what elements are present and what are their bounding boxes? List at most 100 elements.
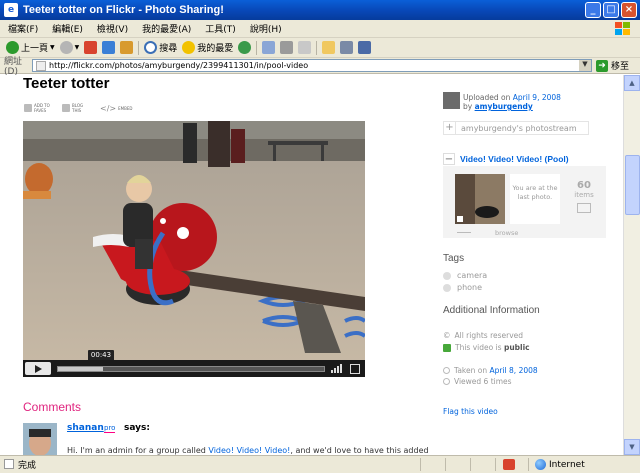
back-arrow-icon xyxy=(6,41,19,54)
folder-icon[interactable] xyxy=(322,41,336,54)
views-info: Viewed 6 times xyxy=(443,377,512,386)
address-input[interactable]: http://flickr.com/photos/amyburgendy/239… xyxy=(32,59,592,72)
page-status-icon xyxy=(4,459,14,469)
tag-item[interactable]: phone xyxy=(443,283,482,292)
popup-blocked-icon[interactable] xyxy=(503,459,515,470)
page-icon xyxy=(36,60,46,71)
blog-this-button[interactable]: BLOG THIS xyxy=(62,103,90,113)
minimize-button[interactable]: _ xyxy=(585,2,601,18)
status-text: 完成 xyxy=(18,461,37,471)
minus-icon[interactable]: − xyxy=(443,153,455,165)
fullscreen-icon[interactable] xyxy=(350,363,360,374)
says-label: says: xyxy=(124,423,150,433)
vertical-scrollbar[interactable]: ▲ ▼ xyxy=(623,75,640,455)
additional-info-heading: Additional Information xyxy=(443,305,540,316)
search-icon xyxy=(144,41,158,54)
uploader-link[interactable]: amyburgendy xyxy=(475,102,533,111)
browse-link[interactable]: browse xyxy=(495,229,518,237)
status-bar: 完成 Internet xyxy=(0,455,640,473)
go-arrow-icon: ➜ xyxy=(596,59,608,72)
plus-icon: + xyxy=(444,122,456,134)
add-to-faves-button[interactable]: ADD TO FAVES xyxy=(24,103,52,113)
toolbar: 上一頁 ▼ ▼ 搜尋 我的最愛 xyxy=(0,38,640,58)
views-icon xyxy=(443,378,450,385)
back-button[interactable]: 上一頁 ▼ xyxy=(6,41,55,54)
blog-icon xyxy=(62,104,70,112)
volume-icon[interactable] xyxy=(331,364,342,373)
media-icon[interactable] xyxy=(238,41,252,54)
mail-icon[interactable] xyxy=(262,41,276,54)
pro-badge[interactable]: pro xyxy=(104,424,116,433)
tag-icon xyxy=(443,271,451,280)
menu-view[interactable]: 檢視(V) xyxy=(97,22,128,35)
scroll-up-icon[interactable]: ▲ xyxy=(624,75,640,91)
window-title: Teeter totter on Flickr - Photo Sharing! xyxy=(23,4,224,16)
ie-icon: e xyxy=(4,3,18,17)
avatar-image xyxy=(23,423,57,455)
pool-last-notice: You are at the last photo. xyxy=(510,174,560,224)
calendar-icon xyxy=(443,367,450,374)
internet-globe-icon xyxy=(535,459,546,470)
address-url: http://flickr.com/photos/amyburgendy/239… xyxy=(49,61,309,70)
star-icon xyxy=(182,41,196,54)
photostream-toggle[interactable]: + amyburgendy's photostream xyxy=(443,121,589,135)
uploaded-date: Uploaded on April 9, 2008 xyxy=(463,93,561,102)
go-button[interactable]: ➜ 移至 xyxy=(596,59,629,72)
video-progress-bar[interactable] xyxy=(57,365,325,372)
embed-icon: </> xyxy=(100,103,117,113)
windows-logo-icon xyxy=(615,22,630,35)
scroll-thumb[interactable] xyxy=(625,155,640,215)
avatar[interactable] xyxy=(23,423,57,455)
embed-button[interactable]: </> EMBED xyxy=(100,104,136,113)
address-label: 網址(D) xyxy=(4,57,23,77)
address-bar: 網址(D) http://flickr.com/photos/amyburgen… xyxy=(0,57,640,77)
page-viewport: Teeter totter ADD TO FAVES BLOG THIS </>… xyxy=(0,75,623,455)
research-icon[interactable] xyxy=(358,41,372,54)
menu-bar: 檔案(F) 編輯(E) 檢視(V) 我的最愛(A) 工具(T) 說明(H) xyxy=(0,20,640,38)
pool-title-link[interactable]: Video! Video! Video! (Pool) xyxy=(460,154,569,164)
group-link[interactable]: Video! Video! Video! xyxy=(208,446,290,455)
home-icon[interactable] xyxy=(120,41,134,54)
uploader-avatar[interactable] xyxy=(443,92,460,109)
privacy-info: This video is public xyxy=(443,343,530,352)
print-icon[interactable] xyxy=(280,41,294,54)
forward-arrow-icon xyxy=(59,41,73,54)
flag-video-link[interactable]: Flag this video xyxy=(443,407,498,416)
comment-text: Hi. I'm an admin for a group called Vide… xyxy=(67,446,429,455)
video-controls xyxy=(23,360,365,377)
public-icon xyxy=(443,343,451,352)
menu-help[interactable]: 說明(H) xyxy=(250,22,282,35)
tag-icon xyxy=(443,283,451,292)
search-button[interactable]: 搜尋 xyxy=(144,41,177,54)
taken-info: Taken on April 8, 2008 xyxy=(443,366,538,375)
play-icon xyxy=(34,364,42,373)
edit-icon[interactable] xyxy=(298,41,312,54)
comment-username[interactable]: shanan xyxy=(67,423,104,433)
page-title: Teeter totter xyxy=(23,75,110,92)
tag-item[interactable]: camera xyxy=(443,271,487,280)
play-button[interactable] xyxy=(25,362,51,375)
video-progress-fill xyxy=(58,366,104,371)
uploaded-by: by amyburgendy xyxy=(463,102,533,111)
close-button[interactable]: × xyxy=(621,2,637,18)
security-zone: Internet xyxy=(535,459,585,470)
favorites-button[interactable]: 我的最愛 xyxy=(182,41,233,54)
photo-actions: ADD TO FAVES BLOG THIS </> EMBED xyxy=(24,103,136,113)
menu-file[interactable]: 檔案(F) xyxy=(8,22,38,35)
rights-info: © All rights reserved xyxy=(443,331,524,340)
menu-edit[interactable]: 編輯(E) xyxy=(52,22,83,35)
forward-button[interactable]: ▼ xyxy=(59,41,79,54)
menu-favorites[interactable]: 我的最愛(A) xyxy=(142,22,191,35)
pool-prev-thumbnail[interactable] xyxy=(455,174,505,224)
stop-icon[interactable] xyxy=(84,41,98,54)
messenger-icon[interactable] xyxy=(340,41,354,54)
pool-context-box: − Video! Video! Video! (Pool) You are at… xyxy=(443,152,606,238)
scroll-down-icon[interactable]: ▼ xyxy=(624,439,640,455)
address-dropdown-icon[interactable]: ▼ xyxy=(579,60,591,71)
maximize-button[interactable]: □ xyxy=(603,2,619,18)
video-player[interactable] xyxy=(23,121,365,377)
pool-count[interactable]: 60 items xyxy=(571,180,597,213)
refresh-icon[interactable] xyxy=(102,41,116,54)
menu-tools[interactable]: 工具(T) xyxy=(205,22,236,35)
tags-heading: Tags xyxy=(443,253,465,264)
